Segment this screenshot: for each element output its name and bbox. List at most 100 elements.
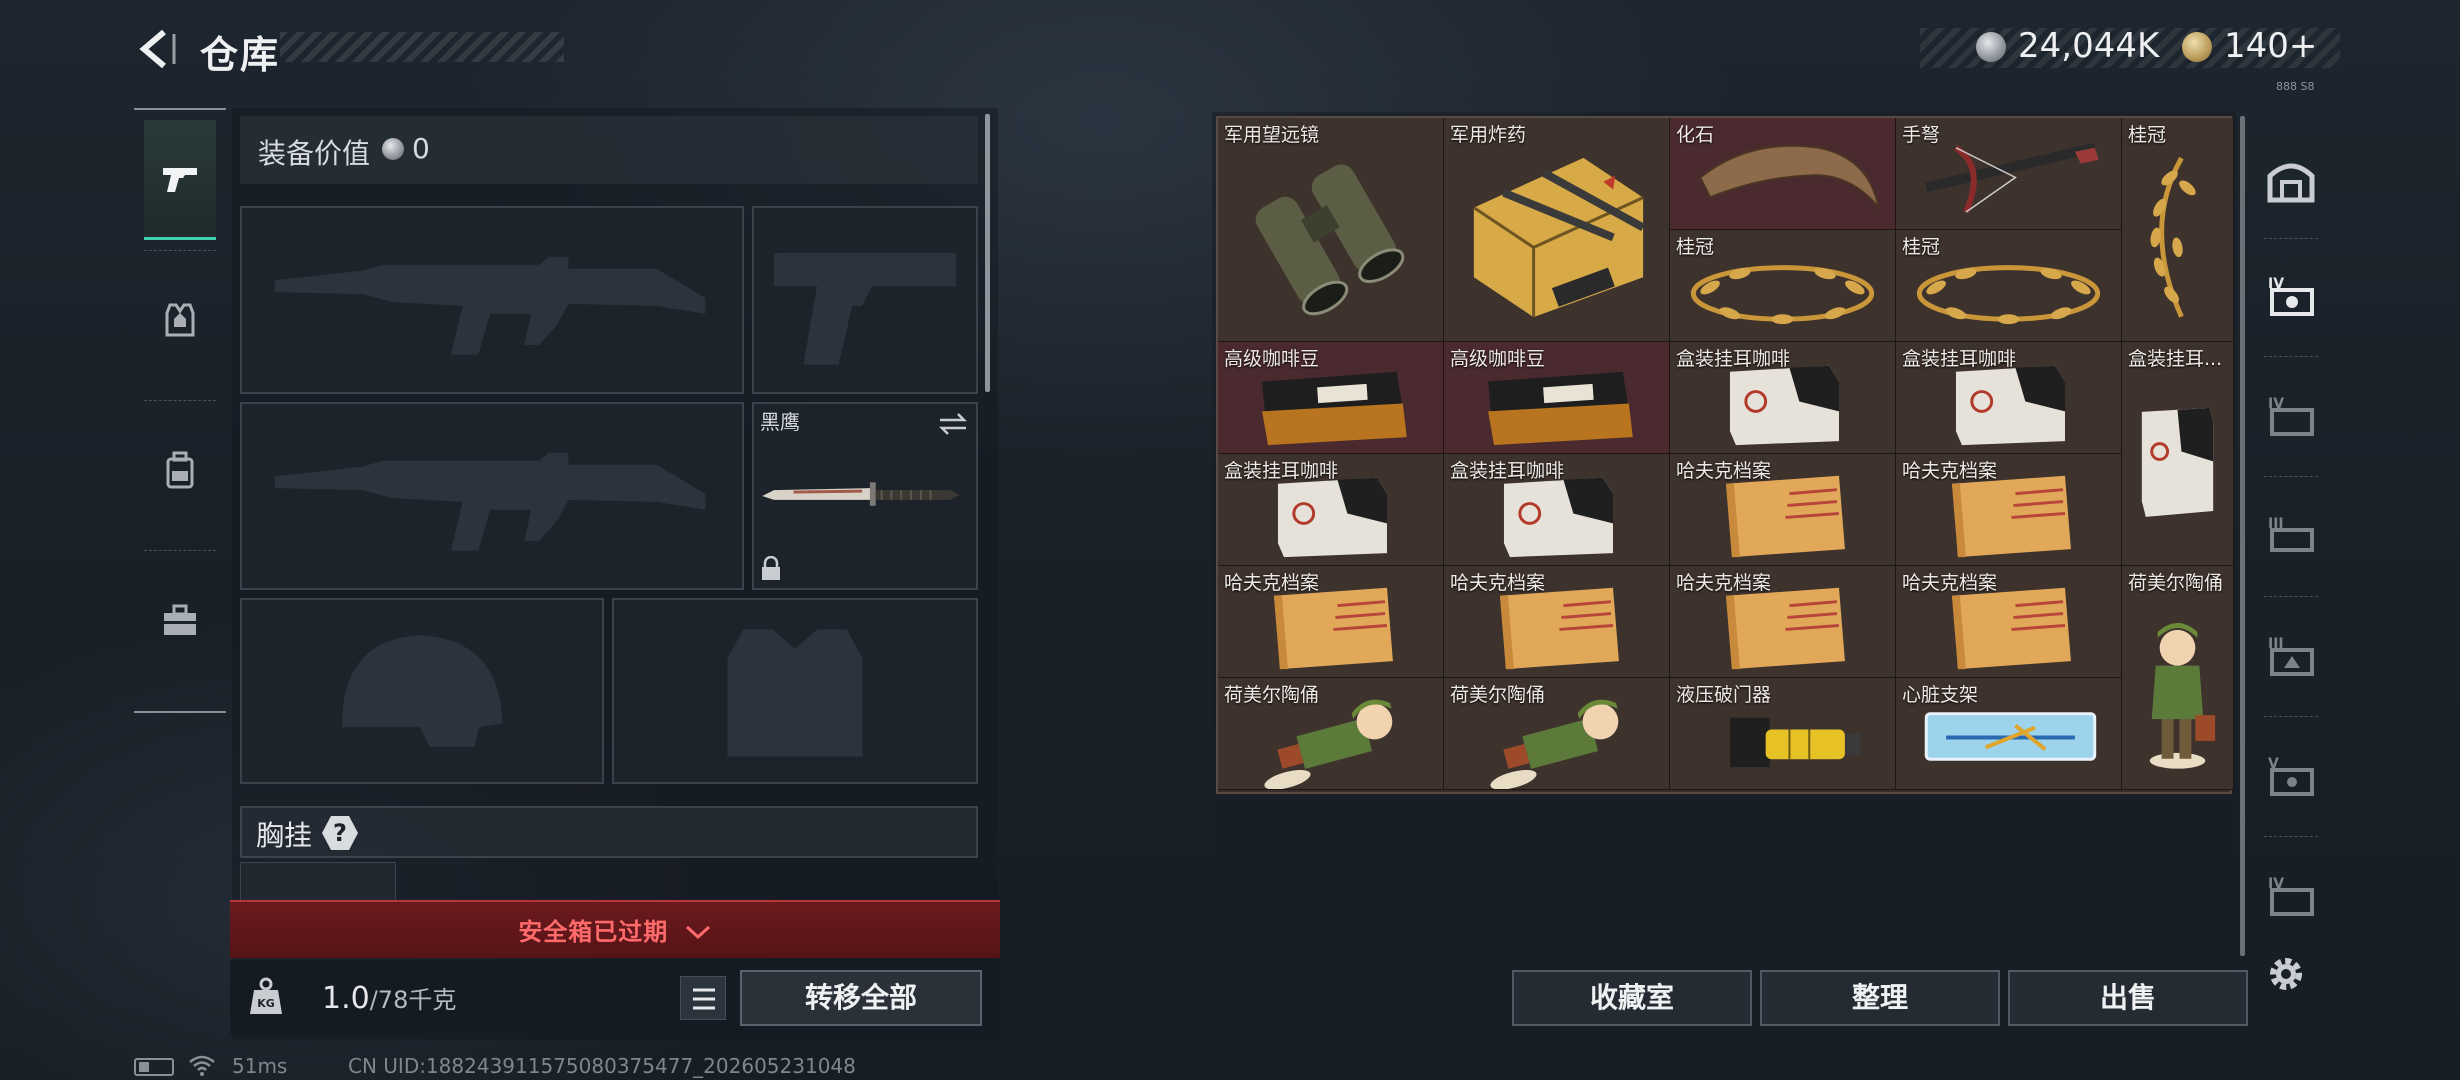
storage-item[interactable]: 盒装挂耳咖啡 (1218, 454, 1444, 566)
storage-item[interactable]: 盒装挂耳咖啡 (1670, 342, 1896, 454)
list-view-button[interactable] (680, 976, 726, 1020)
storage-item[interactable]: 手弩 (1896, 118, 2122, 230)
tab-divider (2264, 716, 2318, 717)
silver-coin-icon (1976, 32, 2006, 62)
storage-item[interactable]: 哈夫克档案 (1896, 566, 2122, 678)
item-name: 荷美尔陶俑 (2128, 572, 2224, 594)
storage-item[interactable]: 高级咖啡豆 (1218, 342, 1444, 454)
item-name: 桂冠 (1676, 236, 1715, 258)
helmet-silhouette-icon (341, 635, 503, 747)
item-name: 盒装挂耳咖啡 (1902, 348, 2017, 370)
sell-button[interactable]: 出售 (2008, 970, 2248, 1026)
item-name: 盒装挂耳咖啡 (1676, 348, 1791, 370)
storage-item[interactable]: 盒装挂耳... (2122, 342, 2234, 566)
tab-divider (2264, 836, 2318, 837)
tab-toolbox[interactable] (144, 560, 216, 680)
storage-item[interactable]: 军用炸药 (1444, 118, 1670, 342)
collection-room-button[interactable]: 收藏室 (1512, 970, 1752, 1026)
primary-weapon-slot[interactable] (240, 206, 744, 394)
item-name: 哈夫克档案 (1676, 460, 1772, 482)
title-decoration (280, 32, 564, 62)
silver-coin-icon (382, 138, 404, 160)
storage-item[interactable]: 高级咖啡豆 (1444, 342, 1670, 454)
storage-item[interactable]: 荷美尔陶俑 (1218, 678, 1444, 790)
safe-box-expired-text[interactable]: 安全箱已过期 (230, 912, 1000, 947)
tab-storage-main[interactable] (2256, 126, 2326, 236)
item-name: 盒装挂耳... (2128, 348, 2223, 370)
item-name: 桂冠 (1902, 236, 1941, 258)
tab-storage-iii-1[interactable]: III (2256, 480, 2326, 590)
item-name: 液压破门器 (1676, 684, 1772, 706)
storage-item[interactable]: 哈夫克档案 (1218, 566, 1444, 678)
equipment-value-label: 装备价值 (258, 137, 371, 170)
pistol-icon (163, 167, 197, 192)
storage-item[interactable]: 桂冠 (2122, 118, 2234, 342)
item-name: 盒装挂耳咖啡 (1224, 460, 1339, 482)
carry-weight-capacity: /78千克 (369, 986, 457, 1014)
equipment-value: 0 (412, 132, 430, 165)
left-tab-rail (134, 108, 226, 713)
carry-weight-value: 1.0 (322, 981, 370, 1016)
transfer-all-button[interactable]: 转移全部 (740, 970, 982, 1026)
storage-item[interactable]: 荷美尔陶俑 (2122, 566, 2234, 790)
rifle-silhouette-icon (274, 452, 706, 551)
gold-currency-value[interactable]: 140+ (2224, 26, 2317, 66)
tab-armor[interactable] (144, 260, 216, 380)
helmet-slot[interactable] (240, 598, 604, 784)
settings-gear-icon[interactable] (2262, 950, 2310, 998)
coffee-box-icon (2141, 407, 2214, 517)
toolbox-icon (164, 604, 196, 635)
equipment-scrollbar[interactable] (985, 114, 990, 392)
body-armor-slot[interactable] (612, 598, 978, 784)
organize-button[interactable]: 整理 (1760, 970, 2000, 1026)
item-name: 哈夫克档案 (1676, 572, 1772, 594)
tab-storage-iv-3[interactable]: IV (2256, 840, 2326, 950)
chest-rig-slot[interactable] (240, 862, 396, 902)
chest-rig-label: 胸挂 (256, 819, 313, 852)
back-arrow-icon[interactable] (134, 26, 180, 72)
tab-backpack[interactable] (144, 410, 216, 530)
item-name: 军用炸药 (1450, 124, 1527, 146)
storage-tab-rail: IV IV III III V IV (2256, 116, 2326, 966)
storage-item[interactable]: 化石 (1670, 118, 1896, 230)
storage-item[interactable]: 荷美尔陶俑 (1444, 678, 1670, 790)
svg-text:KG: KG (257, 997, 275, 1010)
safe-box-label: 安全箱已过期 (518, 918, 669, 946)
tab-storage-iv-1[interactable]: IV (2256, 240, 2326, 350)
tab-storage-v[interactable]: V (2256, 720, 2326, 830)
storage-item[interactable]: 桂冠 (1896, 230, 2122, 342)
storage-item[interactable]: 哈夫克档案 (1670, 566, 1896, 678)
melee-slot[interactable]: 黑鹰 (752, 402, 978, 590)
warehouse-icon (2267, 163, 2315, 203)
sidearm-slot[interactable] (752, 206, 978, 394)
storage-item[interactable]: 液压破门器 (1670, 678, 1896, 790)
storage-item[interactable]: 桂冠 (1670, 230, 1896, 342)
storage-item[interactable]: 盒装挂耳咖啡 (1896, 342, 2122, 454)
item-name: 哈夫克档案 (1224, 572, 1320, 594)
item-name: 荷美尔陶俑 (1450, 684, 1546, 706)
tab-storage-iii-2[interactable]: III (2256, 600, 2326, 710)
storage-scrollbar[interactable] (2240, 116, 2245, 956)
explosive-crate-icon (1473, 157, 1646, 318)
storage-item[interactable]: 盒装挂耳咖啡 (1444, 454, 1670, 566)
storage-item[interactable]: 心脏支架 (1896, 678, 2122, 790)
item-name: 化石 (1676, 124, 1715, 146)
storage-item[interactable]: 哈夫克档案 (1444, 566, 1670, 678)
tab-storage-iv-2[interactable]: IV (2256, 360, 2326, 470)
storage-grid: 军用望远镜 军用炸药 化石 手弩 桂冠 桂冠 桂冠 高级咖啡豆 高级咖啡豆 盒装… (1216, 116, 2234, 794)
gold-coin-icon (2182, 32, 2212, 62)
storage-case-iii-icon: III (2268, 516, 2314, 552)
storage-case-v-icon: V (2268, 756, 2314, 796)
storage-item[interactable]: 哈夫克档案 (1670, 454, 1896, 566)
storage-case-iv-icon: IV (2268, 876, 2314, 916)
item-name: 桂冠 (2128, 124, 2167, 146)
tab-weapons[interactable] (144, 120, 216, 240)
item-name: 心脏支架 (1902, 684, 1979, 706)
tab-divider (2264, 356, 2318, 357)
backpack-icon (166, 451, 194, 489)
storage-item[interactable]: 哈夫克档案 (1896, 454, 2122, 566)
item-name: 军用望远镜 (1224, 124, 1320, 146)
item-name: 哈夫克档案 (1902, 572, 1998, 594)
secondary-weapon-slot[interactable] (240, 402, 744, 590)
storage-item[interactable]: 军用望远镜 (1218, 118, 1444, 342)
